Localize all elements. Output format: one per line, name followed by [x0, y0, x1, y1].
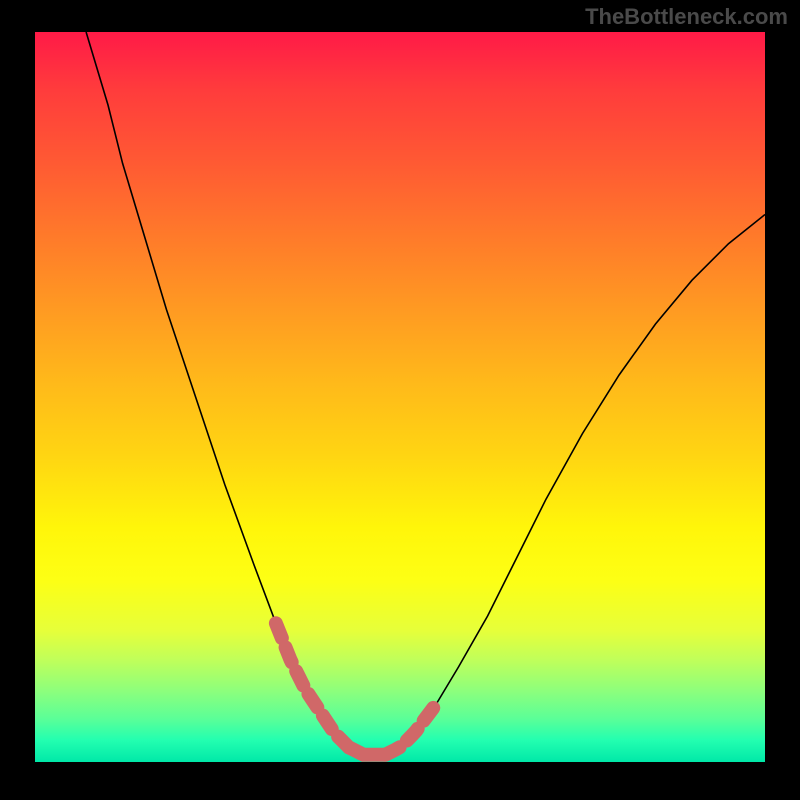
plot-area [35, 32, 765, 762]
highlight-right [385, 704, 436, 755]
chart-svg [35, 32, 765, 762]
watermark-text: TheBottleneck.com [585, 4, 788, 30]
bottleneck-curve [86, 32, 765, 755]
highlight-left [276, 623, 349, 747]
